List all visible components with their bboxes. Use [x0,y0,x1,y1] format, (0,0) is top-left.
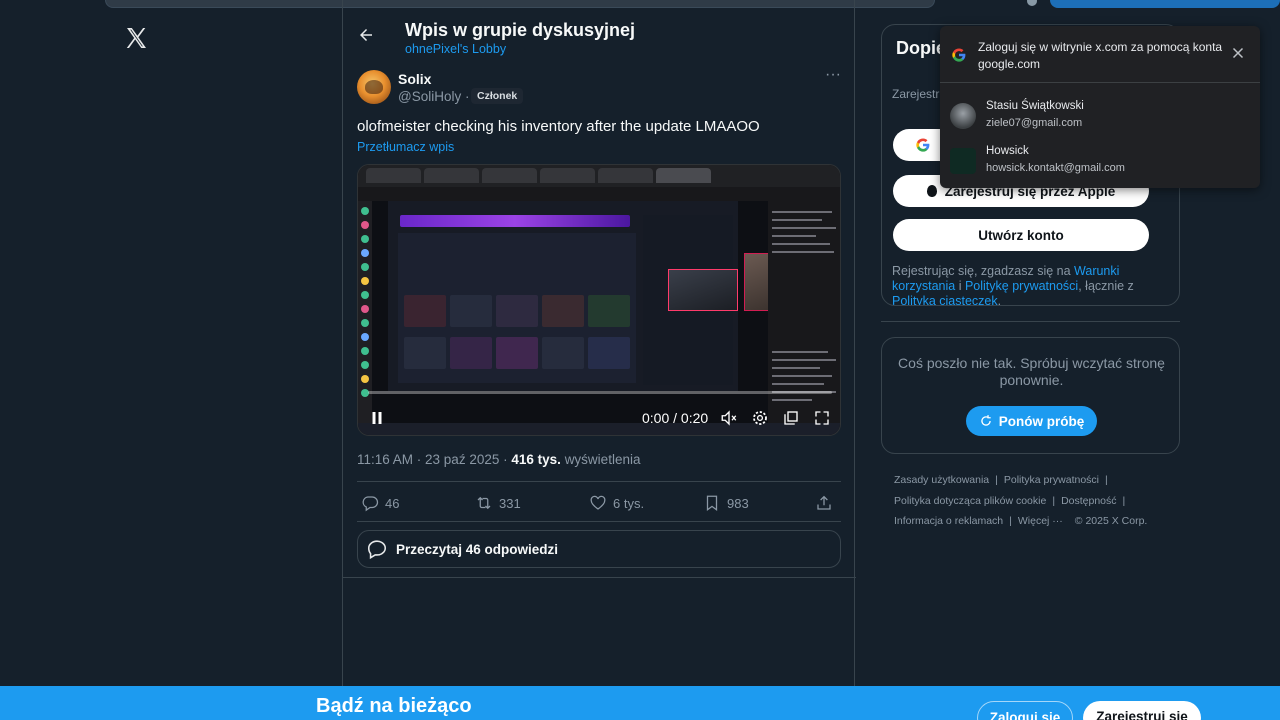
tweet-actions: 46 331 6 tys. 983 [357,492,841,514]
bookmark-button[interactable]: 983 [703,492,749,514]
reply-button[interactable]: 46 [361,492,399,514]
google-popup-heading: Zaloguj się w witrynie x.com za pomocą k… [978,40,1223,71]
footer-links: Zasady użytkowania | Polityka prywatności |… [894,474,1148,527]
error-message: Coś poszło nie tak. Spróbuj wczytać stro… [898,355,1165,388]
footer-terms-link[interactable]: Zasady użytkowania [894,474,989,486]
repost-count: 331 [499,495,521,511]
video-controls: 0:00 / 0:20 [358,401,840,435]
divider [881,321,1180,322]
header: Wpis w grupie dyskusyjnej ohnePixel's Lo… [343,12,856,60]
footer-cookies-link[interactable]: Polityka dotycząca plików cookie [894,495,1046,507]
apple-icon [926,185,937,197]
member-badge: Członek [471,88,524,104]
cookie-policy-link[interactable]: Polityką ciasteczek [892,294,998,305]
speech-bubble-icon [367,540,387,560]
bookmark-icon [706,495,718,512]
divider [357,521,841,522]
like-count: 6 tys. [613,495,645,511]
account-name: Howsick [986,145,1029,157]
google-account-item[interactable]: Stasiu Świątkowski ziele07@gmail.com [940,96,1260,136]
share-button[interactable] [815,492,833,514]
footer-more-link[interactable]: Więcej ··· [1018,515,1063,527]
settings-gear-icon[interactable] [751,409,769,427]
read-replies-button[interactable]: Przeczytaj 46 odpowiedzi [357,530,841,568]
video-player[interactable]: 0:00 / 0:20 [357,164,841,436]
divider [343,577,856,578]
bottom-login-bar: Bądź na bieżąco Zaloguj się Zarejestruj … [0,686,1280,720]
video-time: 0:00 / 0:20 [642,410,709,426]
refresh-icon [981,415,991,426]
privacy-policy-link[interactable]: Politykę prywatności [965,279,1078,293]
google-icon [916,138,930,152]
account-email: howsick.kontakt@gmail.com [986,162,1125,174]
account-email: ziele07@gmail.com [986,117,1083,129]
account-name: Stasiu Świątkowski [986,100,1084,112]
copyright: © 2025 X Corp. [1074,515,1148,527]
repost-icon [477,496,491,510]
video-progress-bar[interactable] [368,391,832,394]
tweet-timestamp[interactable]: 11:16 AM · 23 paź 2025 · [357,452,508,467]
translate-link[interactable]: Przetłumacz wpis [357,140,454,154]
views-label: wyświetlenia [564,452,641,467]
author-avatar[interactable] [357,70,391,104]
back-arrow-icon[interactable] [357,26,375,44]
login-button[interactable]: Zaloguj się [977,701,1073,720]
divider [940,82,1260,83]
community-link[interactable]: ohnePixel's Lobby [405,42,506,56]
signup-terms: Rejestrując się, zgadzasz się na Warunki… [892,264,1134,306]
tweet-meta: 11:16 AM · 23 paź 2025 · 416 tys. wyświe… [357,452,640,467]
video-frame-nav [358,187,840,201]
heart-icon [590,495,606,510]
pause-icon[interactable] [368,409,386,427]
reply-icon [362,496,379,512]
retry-button[interactable]: Ponów próbę [966,406,1097,436]
bottom-bar-title: Bądź na bieżąco [316,695,472,717]
retry-label: Ponów próbę [998,413,1085,429]
more-options-icon[interactable]: ··· [823,67,843,86]
video-frame-browser-tabs [358,165,840,187]
bookmark-count: 983 [727,495,749,511]
error-card: Coś poszło nie tak. Spróbuj wczytać stro… [881,337,1180,454]
google-one-tap-popup: Zaloguj się w witrynie x.com za pomocą k… [940,26,1260,188]
footer-privacy-link[interactable]: Polityka prywatności [1004,474,1099,486]
video-frame-webcam [668,269,738,311]
create-account-button[interactable]: Utwórz konto [893,219,1149,251]
views-count: 416 tys. [511,452,561,467]
google-account-item[interactable]: Howsick howsick.kontakt@gmail.com [940,141,1260,181]
author-name[interactable]: Solix [398,71,431,87]
repost-button[interactable]: 331 [475,492,521,514]
divider [357,481,841,482]
fullscreen-icon[interactable] [813,409,831,427]
reply-count: 46 [385,495,400,511]
footer-ads-link[interactable]: Informacja o reklamach [894,515,1003,527]
close-icon[interactable] [1232,47,1244,59]
main-column: Wpis w grupie dyskusyjnej ohnePixel's Lo… [342,0,856,720]
read-replies-label: Przeczytaj 46 odpowiedzi [396,541,559,557]
mute-icon[interactable] [720,409,738,427]
tweet-text: olofmeister checking his inventory after… [357,118,760,135]
footer-accessibility-link[interactable]: Dostępność [1061,495,1116,507]
picture-in-picture-icon[interactable] [782,409,800,427]
like-button[interactable]: 6 tys. [589,492,644,514]
page-title: Wpis w grupie dyskusyjnej [405,20,636,40]
share-icon [817,495,831,510]
register-button[interactable]: Zarejestruj się [1083,701,1201,720]
x-logo-icon[interactable] [124,26,148,50]
account-avatar [950,148,976,174]
account-avatar [950,103,976,129]
author-handle[interactable]: @SoliHoly · [398,89,469,104]
google-icon [952,48,966,62]
